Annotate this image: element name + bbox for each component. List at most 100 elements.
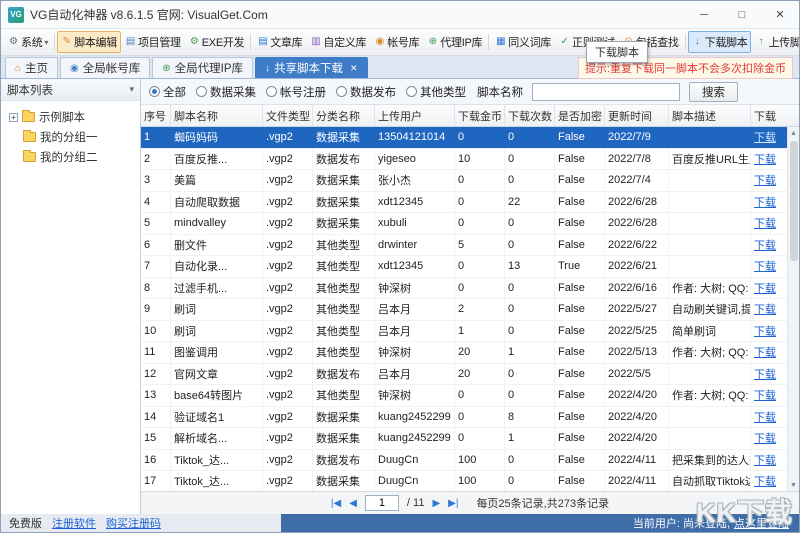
buy-license-link[interactable]: 购买注册码	[106, 515, 161, 531]
table-row[interactable]: 16Tiktok_达....vgp2数据发布DuugCn1000False202…	[141, 450, 787, 472]
toolbar-item-script-edit[interactable]: ✎脚本编辑	[57, 31, 121, 53]
sidebar-collapse-icon[interactable]: ▾	[129, 84, 134, 95]
scroll-up-icon[interactable]: ▲	[788, 127, 799, 139]
col-category[interactable]: 分类名称	[313, 105, 375, 126]
download-link[interactable]: 下载	[754, 194, 776, 210]
tab-global-proxy-ip[interactable]: ⊕全局代理IP库	[152, 57, 253, 78]
last-page-button[interactable]: ▶|	[448, 498, 458, 509]
cell-download: 下载	[751, 428, 787, 449]
toolbar-item-project-manage[interactable]: ▤项目管理	[121, 31, 185, 53]
table-row[interactable]: 9刷词.vgp2其他类型吕本月20False2022/5/27自动刷关键词,提升…	[141, 299, 787, 321]
toolbar-item-upload-script[interactable]: ↑上传脚本	[751, 31, 799, 53]
table-row[interactable]: 7自动化录....vgp2其他类型xdt12345013True2022/6/2…	[141, 256, 787, 278]
col-updated[interactable]: 更新时间	[605, 105, 669, 126]
download-link[interactable]: 下载	[754, 323, 776, 339]
cell-desc: 作者: 大树; QQ: 168992...	[669, 385, 751, 406]
first-page-button[interactable]: |◀	[331, 498, 341, 509]
next-page-button[interactable]: ▶	[432, 498, 440, 509]
cell-user: xdt12345	[375, 256, 455, 277]
col-desc[interactable]: 脚本描述	[669, 105, 751, 126]
filter-radio-0[interactable]: 全部	[149, 84, 186, 100]
filter-radio-4[interactable]: 其他类型	[406, 84, 466, 100]
col-file-type[interactable]: 文件类型	[263, 105, 313, 126]
toolbar-item-synonym-lib[interactable]: ▦同义词库	[491, 31, 555, 53]
download-link[interactable]: 下载	[754, 430, 776, 446]
cell-no: 14	[141, 407, 171, 428]
toolbar-item-article-lib[interactable]: ▤文章库	[253, 31, 306, 53]
download-link[interactable]: 下载	[754, 387, 776, 403]
scrollbar-thumb[interactable]	[790, 141, 798, 261]
maximize-button[interactable]: □	[723, 1, 761, 28]
filter-radio-2[interactable]: 帐号注册	[266, 84, 326, 100]
toolbar: ⚙系统▾✎脚本编辑▤项目管理⚙EXE开发▤文章库▥自定义库◉帐号库⊕代理IP库▦…	[1, 29, 799, 56]
download-link[interactable]: 下载	[754, 452, 776, 468]
cell-updated: 2022/4/20	[605, 385, 669, 406]
table-row[interactable]: 17Tiktok_达....vgp2数据采集DuugCn1000False202…	[141, 471, 787, 491]
table-row[interactable]: 11图鉴调用.vgp2其他类型钟深树201False2022/5/13作者: 大…	[141, 342, 787, 364]
cell-name: mindvalley	[171, 213, 263, 234]
search-button[interactable]: 搜索	[689, 82, 738, 102]
download-link[interactable]: 下载	[754, 237, 776, 253]
table-row[interactable]: 8过滤手机....vgp2其他类型钟深树00False2022/6/16作者: …	[141, 278, 787, 300]
tab-close-icon[interactable]: ✕	[350, 63, 358, 74]
minimize-button[interactable]: ─	[685, 1, 723, 28]
cell-desc	[669, 170, 751, 191]
download-link[interactable]: 下载	[754, 172, 776, 188]
toolbar-item-download-script[interactable]: ↓下载脚本	[688, 31, 752, 53]
register-software-link[interactable]: 注册软件	[52, 515, 96, 531]
vertical-scrollbar[interactable]: ▲ ▼	[787, 127, 799, 491]
table-row[interactable]: 5mindvalley.vgp2数据采集xubuli00False2022/6/…	[141, 213, 787, 235]
toolbar-item-account-lib[interactable]: ◉帐号库	[370, 31, 423, 53]
table-row[interactable]: 4自动爬取数据.vgp2数据采集xdt12345022False2022/6/2…	[141, 192, 787, 214]
table-row[interactable]: 6删文件.vgp2其他类型drwinter50False2022/6/22下载	[141, 235, 787, 257]
download-link[interactable]: 下载	[754, 473, 776, 489]
script-name-input[interactable]	[532, 83, 680, 101]
col-user[interactable]: 上传用户	[375, 105, 455, 126]
table-row[interactable]: 10刷词.vgp2其他类型吕本月10False2022/5/25简单刷词下载	[141, 321, 787, 343]
toolbar-item-system[interactable]: ⚙系统▾	[4, 31, 52, 53]
tree-item-1[interactable]: 我的分组一	[5, 127, 136, 147]
download-link[interactable]: 下载	[754, 280, 776, 296]
tree-item-2[interactable]: 我的分组二	[5, 147, 136, 167]
col-downloads[interactable]: 下载次数	[505, 105, 555, 126]
download-link[interactable]: 下载	[754, 129, 776, 145]
download-link[interactable]: 下载	[754, 151, 776, 167]
filter-radio-1[interactable]: 数据采集	[196, 84, 256, 100]
cell-encrypted: False	[555, 407, 605, 428]
col-download[interactable]: 下载	[751, 105, 787, 126]
col-encrypted[interactable]: 是否加密	[555, 105, 605, 126]
toolbar-item-exe-dev[interactable]: ⚙EXE开发	[185, 31, 249, 53]
tab-home[interactable]: ⌂主页	[5, 57, 58, 78]
download-link[interactable]: 下载	[754, 409, 776, 425]
tab-shared-script-download[interactable]: ↓共享脚本下载✕	[255, 57, 368, 78]
close-button[interactable]: ✕	[761, 1, 799, 28]
cell-downloads: 0	[505, 471, 555, 491]
download-link[interactable]: 下载	[754, 366, 776, 382]
download-link[interactable]: 下载	[754, 215, 776, 231]
table-row[interactable]: 12官网文章.vgp2数据发布吕本月200False2022/5/5下载	[141, 364, 787, 386]
tree-item-0[interactable]: +示例脚本	[5, 107, 136, 127]
table-row[interactable]: 15解析域名....vgp2数据采集kuang245229901False202…	[141, 428, 787, 450]
cell-no: 15	[141, 428, 171, 449]
toolbar-item-proxy-ip-lib[interactable]: ⊕代理IP库	[423, 31, 486, 53]
col-no[interactable]: 序号	[141, 105, 171, 126]
col-name[interactable]: 脚本名称	[171, 105, 263, 126]
page-input[interactable]	[365, 495, 399, 511]
download-link[interactable]: 下载	[754, 344, 776, 360]
download-link[interactable]: 下载	[754, 301, 776, 317]
filter-radio-3[interactable]: 数据发布	[336, 84, 396, 100]
table-row[interactable]: 1蜘码妈码.vgp2数据采集1350412101400False2022/7/9…	[141, 127, 787, 149]
toolbar-item-custom-lib[interactable]: ▥自定义库	[306, 31, 370, 53]
table-row[interactable]: 14验证域名1.vgp2数据采集kuang245229908False2022/…	[141, 407, 787, 429]
table-row[interactable]: 3美篇.vgp2数据采集张小杰00False2022/7/4下载	[141, 170, 787, 192]
table-row[interactable]: 13base64转图片.vgp2其他类型钟深树00False2022/4/20作…	[141, 385, 787, 407]
scroll-down-icon[interactable]: ▼	[788, 479, 799, 491]
col-coins[interactable]: 下载金币	[455, 105, 505, 126]
prev-page-button[interactable]: ◀	[349, 498, 357, 509]
tab-global-accounts[interactable]: ◉全局帐号库	[60, 57, 150, 78]
cell-downloads: 0	[505, 149, 555, 170]
cell-coins: 0	[455, 278, 505, 299]
table-row[interactable]: 2百度反推....vgp2数据发布yigeseo100False2022/7/8…	[141, 149, 787, 171]
download-link[interactable]: 下载	[754, 258, 776, 274]
expand-icon[interactable]: +	[9, 113, 18, 122]
